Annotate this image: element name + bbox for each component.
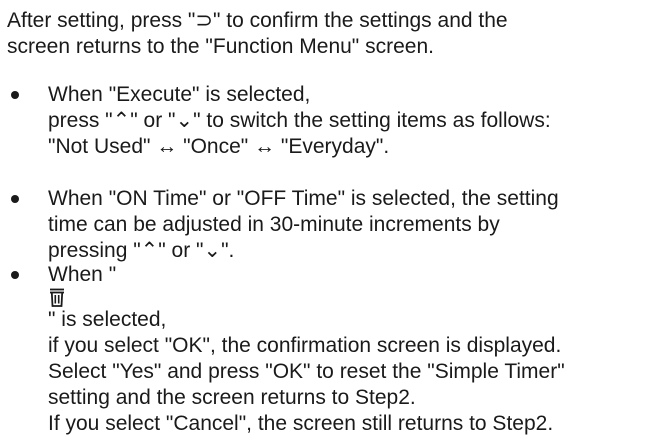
- list-item-text: When ": [48, 263, 117, 286]
- list-item-line: pressing "⌃" or "⌄".: [48, 239, 235, 262]
- list-item-line: press "⌃" or "⌄" to switch the setting i…: [48, 109, 551, 132]
- list-item-text: " is selected,: [48, 308, 167, 331]
- list-item-line: if you select "OK", the confirmation scr…: [48, 334, 562, 357]
- list-item-line: When "Execute" is selected,: [48, 83, 311, 106]
- list-item-line: When " " is selected,: [48, 262, 663, 333]
- intro-line: screen returns to the "Function Menu" sc…: [7, 35, 434, 58]
- list-item-line: If you select "Cancel", the screen still…: [48, 412, 554, 435]
- intro-paragraph: After setting, press "⊃" to confirm the …: [7, 8, 662, 60]
- bullet-dot: [11, 195, 19, 203]
- list-item-line: When "ON Time" or "OFF Time" is selected…: [48, 187, 559, 210]
- intro-line: After setting, press "⊃" to confirm the …: [7, 9, 508, 32]
- list-item-line: setting and the screen returns to Step2.: [48, 386, 416, 409]
- trash-icon: [49, 288, 65, 307]
- list-item-line: "Not Used" ↔ "Once" ↔ "Everyday".: [48, 135, 390, 158]
- list-item-line: time can be adjusted in 30-minute increm…: [48, 213, 500, 236]
- bullet-dot: [11, 91, 19, 99]
- list-item-line: Select "Yes" and press "OK" to reset the…: [48, 360, 565, 383]
- instruction-page: After setting, press "⊃" to confirm the …: [0, 0, 666, 435]
- bullet-dot: [11, 271, 19, 279]
